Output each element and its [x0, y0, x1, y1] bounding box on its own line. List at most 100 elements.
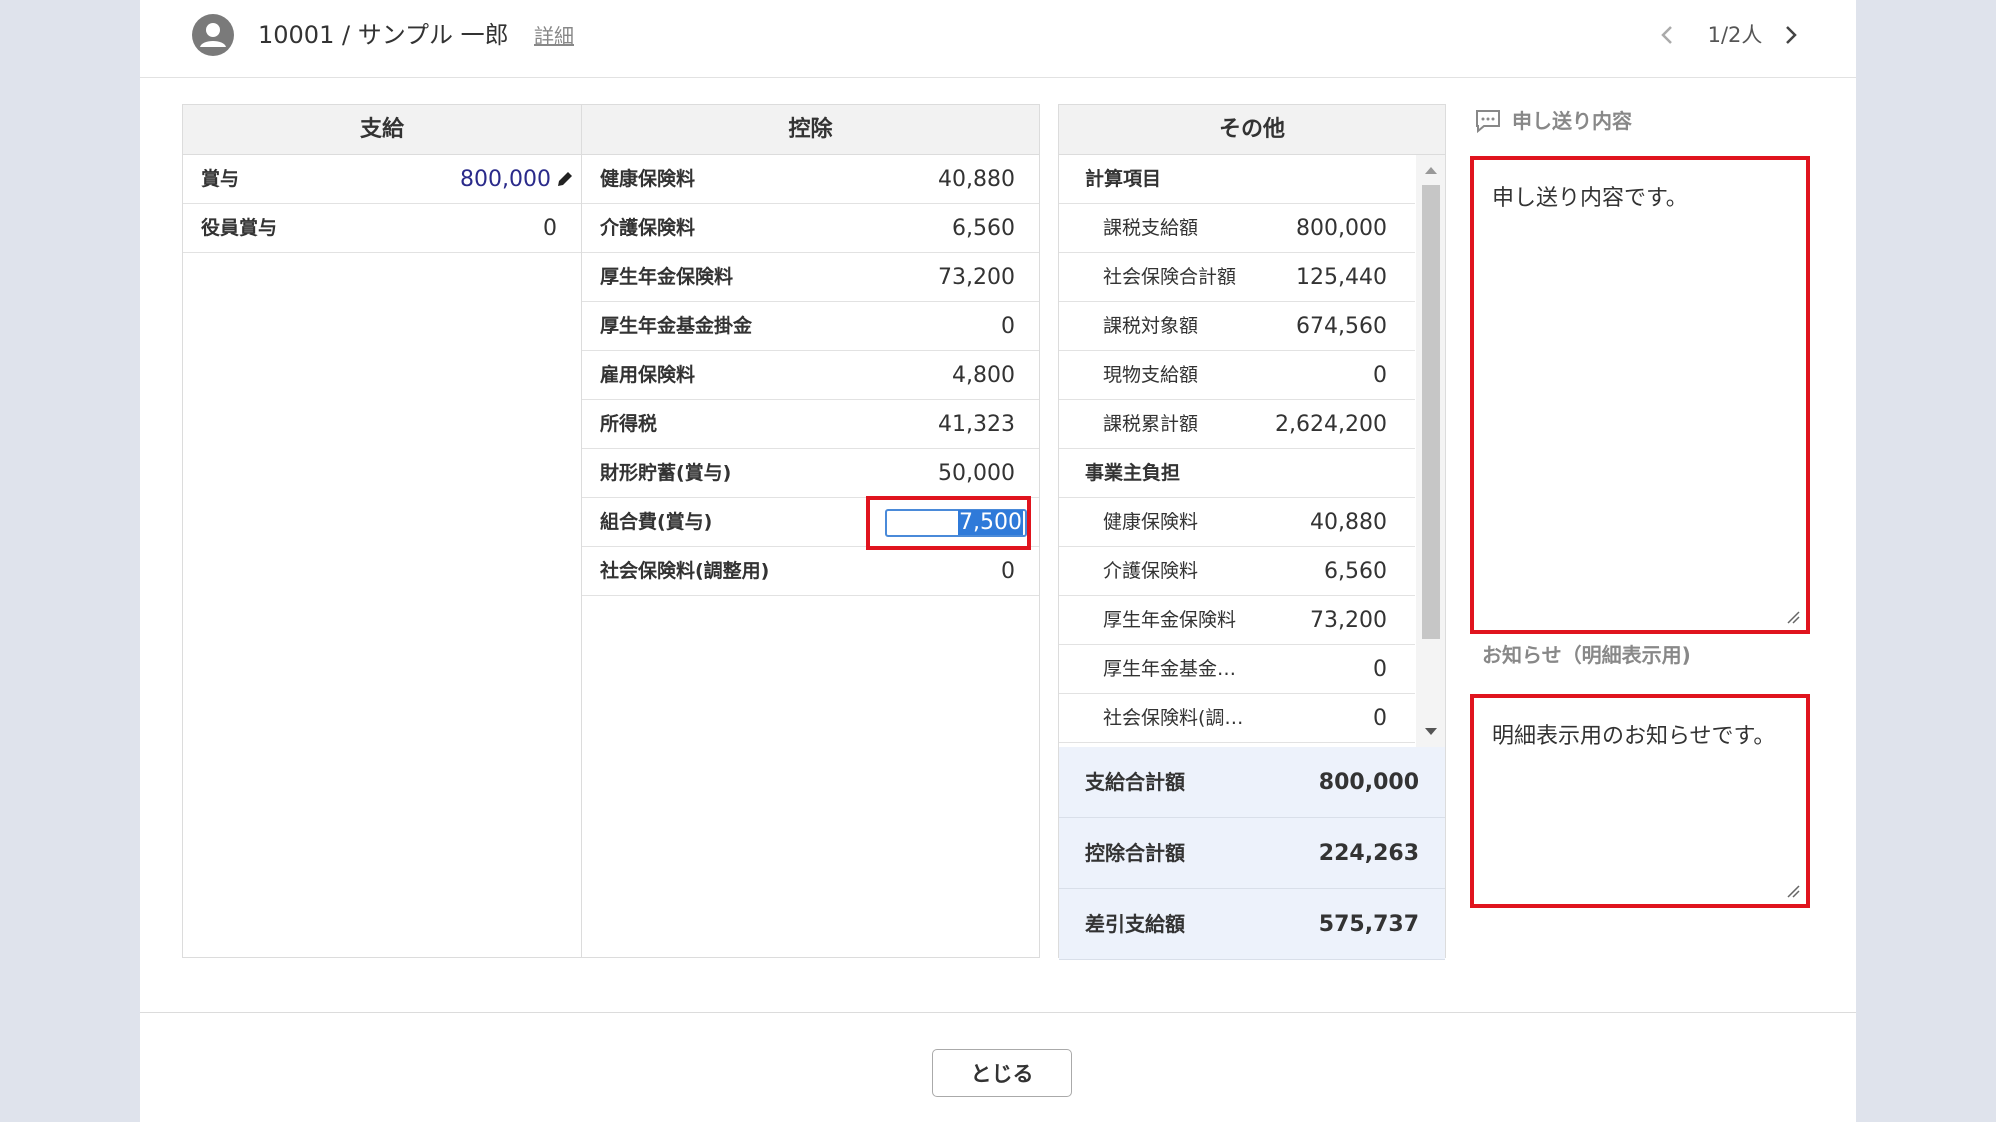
- section-label: 計算項目: [1085, 168, 1162, 190]
- row-label: 課税支給額: [1103, 217, 1199, 239]
- payments-table: 支給 賞与 800,000 役員賞与 0: [182, 104, 582, 958]
- row-value[interactable]: 0: [1001, 547, 1015, 596]
- deductions-header: 控除: [582, 105, 1039, 155]
- total-value: 575,737: [1318, 912, 1419, 937]
- totals: 支給合計額 800,000 控除合計額 224,263 差引支給額 575,73…: [1059, 747, 1445, 960]
- row-value: 6,560: [1324, 559, 1387, 584]
- memo-title: 申し送り内容: [1512, 109, 1632, 133]
- notice-textarea[interactable]: 明細表示用のお知らせです。: [1470, 694, 1810, 908]
- other-header: その他: [1059, 105, 1445, 155]
- row-label: 現物支給額: [1103, 364, 1199, 386]
- chevron-left-icon[interactable]: [1652, 18, 1682, 52]
- row-value: 125,440: [1296, 265, 1387, 290]
- total-row: 控除合計額 224,263: [1059, 818, 1445, 889]
- pager-count: 1/2人: [1707, 23, 1763, 47]
- memo-textarea[interactable]: 申し送り内容です。: [1470, 156, 1810, 634]
- row-label: 厚生年金基金…: [1103, 658, 1237, 680]
- table-row[interactable]: 介護保険料 6,560: [582, 204, 1039, 253]
- row-value[interactable]: 50,000: [938, 449, 1015, 498]
- row-label: 賞与: [201, 168, 240, 190]
- row-value: 40,880: [1310, 510, 1387, 535]
- scroll-down-icon[interactable]: [1424, 727, 1438, 737]
- row-label: 社会保険料(調…: [1103, 707, 1244, 729]
- row-label: 厚生年金保険料: [600, 266, 734, 288]
- table-row: 社会保険合計額 125,440: [1059, 253, 1415, 302]
- row-label: 役員賞与: [201, 217, 278, 239]
- total-value: 800,000: [1318, 770, 1419, 795]
- table-row[interactable]: 厚生年金基金掛金 0: [582, 302, 1039, 351]
- total-row: 支給合計額 800,000: [1059, 747, 1445, 818]
- table-row: 課税対象額 674,560: [1059, 302, 1415, 351]
- union-fee-input[interactable]: 7,500: [885, 509, 1027, 537]
- chevron-right-icon[interactable]: [1776, 18, 1806, 52]
- table-row: 現物支給額 0: [1059, 351, 1415, 400]
- section-label: 事業主負担: [1085, 462, 1181, 484]
- row-value[interactable]: 0: [1001, 302, 1015, 351]
- table-row[interactable]: 役員賞与 0: [183, 204, 581, 253]
- row-value[interactable]: 41,323: [938, 400, 1015, 449]
- row-label: 健康保険料: [1103, 511, 1199, 533]
- row-label: 厚生年金基金掛金: [600, 315, 753, 337]
- scroll-up-icon[interactable]: [1424, 165, 1438, 175]
- employee-name: 10001 / サンプル 一郎: [258, 21, 509, 49]
- total-label: 差引支給額: [1085, 912, 1185, 936]
- section-row: 事業主負担: [1059, 449, 1415, 498]
- other-table: その他 計算項目 課税支給額 800,000 社会保険合計額 125,440 課…: [1058, 104, 1446, 960]
- pencil-icon[interactable]: [555, 169, 575, 189]
- row-label: 課税累計額: [1103, 413, 1199, 435]
- row-value: 73,200: [1310, 608, 1387, 633]
- comment-icon: [1476, 110, 1500, 134]
- close-button[interactable]: とじる: [932, 1049, 1072, 1097]
- user-avatar-icon: [192, 14, 234, 56]
- notice-text: 明細表示用のお知らせです。: [1492, 724, 1776, 749]
- notice-label: お知らせ（明細表示用): [1482, 643, 1691, 667]
- row-label: 厚生年金保険料: [1103, 609, 1237, 631]
- table-row[interactable]: 財形貯蓄(賞与) 50,000: [582, 449, 1039, 498]
- total-value: 224,263: [1318, 841, 1419, 866]
- payroll-modal: 10001 / サンプル 一郎 詳細 1/2人 支給 賞与 800,000 役員…: [140, 0, 1856, 1122]
- row-value[interactable]: 800,000: [460, 155, 551, 204]
- table-row[interactable]: 厚生年金保険料 73,200: [582, 253, 1039, 302]
- row-label: 所得税: [600, 413, 658, 435]
- table-row: 課税支給額 800,000: [1059, 204, 1415, 253]
- row-value: 2,624,200: [1275, 412, 1387, 437]
- table-row[interactable]: 所得税 41,323: [582, 400, 1039, 449]
- resize-handle-icon[interactable]: [1786, 884, 1800, 898]
- table-row[interactable]: 組合費(賞与) 7,500: [582, 496, 1039, 550]
- row-label: 組合費(賞与): [600, 511, 713, 533]
- row-label: 課税対象額: [1103, 315, 1199, 337]
- row-value: 0: [1373, 657, 1387, 682]
- selected-value: 7,500: [958, 510, 1023, 535]
- row-value: 0: [1373, 706, 1387, 731]
- table-row[interactable]: 社会保険料(調整用) 0: [582, 547, 1039, 596]
- row-label: 健康保険料: [600, 168, 696, 190]
- row-value[interactable]: 6,560: [952, 204, 1015, 253]
- row-value: 0: [1373, 363, 1387, 388]
- row-label: 社会保険料(調整用): [600, 560, 770, 582]
- table-row[interactable]: 健康保険料 40,880: [582, 155, 1039, 204]
- table-row[interactable]: 雇用保険料 4,800: [582, 351, 1039, 400]
- detail-link[interactable]: 詳細: [534, 21, 574, 51]
- memo-text: 申し送り内容です。: [1492, 186, 1688, 211]
- total-label: 支給合計額: [1085, 770, 1185, 794]
- scrollbar[interactable]: [1416, 155, 1445, 747]
- scroll-thumb[interactable]: [1422, 185, 1440, 639]
- row-value[interactable]: 73,200: [938, 253, 1015, 302]
- row-label: 社会保険合計額: [1103, 266, 1237, 288]
- row-value[interactable]: 40,880: [938, 155, 1015, 204]
- table-row: 社会保険料(調… 0: [1059, 694, 1415, 743]
- row-label: 財形貯蓄(賞与): [600, 462, 732, 484]
- total-label: 控除合計額: [1085, 841, 1185, 865]
- resize-handle-icon[interactable]: [1786, 610, 1800, 624]
- table-row: 厚生年金基金… 0: [1059, 645, 1415, 694]
- table-row[interactable]: 賞与 800,000: [183, 155, 581, 204]
- row-value: 674,560: [1296, 314, 1387, 339]
- other-scroll-area[interactable]: 計算項目 課税支給額 800,000 社会保険合計額 125,440 課税対象額…: [1059, 155, 1445, 747]
- section-row: 計算項目: [1059, 155, 1415, 204]
- modal-footer: とじる: [140, 1012, 1856, 1122]
- row-value[interactable]: 0: [543, 204, 557, 253]
- table-row: 厚生年金保険料 73,200: [1059, 596, 1415, 645]
- row-value[interactable]: 4,800: [952, 351, 1015, 400]
- payments-header: 支給: [183, 105, 581, 155]
- total-row: 差引支給額 575,737: [1059, 889, 1445, 960]
